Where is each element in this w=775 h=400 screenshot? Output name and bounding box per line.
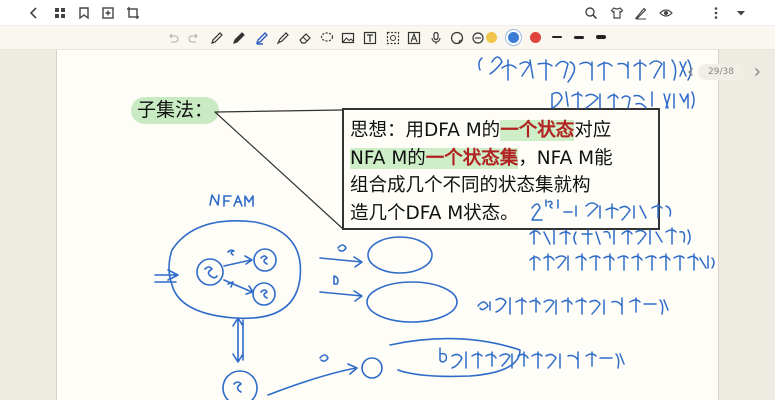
pen-tool-icon[interactable] xyxy=(208,29,226,47)
marker-icon[interactable] xyxy=(274,29,292,47)
text-segment: 思想：用DFA M的 xyxy=(350,120,501,141)
view-icon[interactable] xyxy=(656,3,676,23)
crop-icon[interactable] xyxy=(123,3,143,23)
app-header xyxy=(0,0,775,26)
grid-icon[interactable] xyxy=(50,3,70,23)
page-heading: 子集法： xyxy=(131,97,220,124)
eraser-icon[interactable] xyxy=(296,29,314,47)
more-icon[interactable] xyxy=(706,3,726,23)
shape-icon[interactable] xyxy=(384,29,402,47)
text-line-2: NFA M的一个状态集，NFA M能 xyxy=(350,145,652,173)
tool-bar xyxy=(0,26,775,50)
undo-icon[interactable] xyxy=(164,29,182,47)
sticker-icon[interactable] xyxy=(448,29,466,47)
prev-page-icon[interactable] xyxy=(684,64,698,80)
text-line-4: 造几个DFA M状态。 xyxy=(350,202,519,224)
text-line-1: 思想：用DFA M的一个状态对应 xyxy=(350,117,652,145)
emphasis-text: 一个状态集 xyxy=(425,147,519,169)
blue-color-swatch[interactable] xyxy=(508,32,519,43)
page-indicator: 29/38 xyxy=(698,64,744,80)
medium-stroke-option[interactable] xyxy=(574,36,584,39)
text-box[interactable]: 思想：用DFA M的一个状态对应 NFA M的一个状态集，NFA M能 组合成几… xyxy=(342,108,660,230)
text-segment: 对应 xyxy=(574,120,612,141)
pen-icon[interactable] xyxy=(631,3,651,23)
ocr-icon[interactable] xyxy=(405,29,423,47)
add-page-icon[interactable] xyxy=(98,3,118,23)
thin-stroke-option[interactable] xyxy=(552,36,562,38)
next-page-icon[interactable] xyxy=(750,64,764,80)
search-icon[interactable] xyxy=(581,3,601,23)
text-icon[interactable] xyxy=(361,29,379,47)
back-icon[interactable] xyxy=(24,3,44,23)
shirt-icon[interactable] xyxy=(607,3,627,23)
lasso-icon[interactable] xyxy=(318,29,336,47)
laser-icon[interactable] xyxy=(469,29,487,47)
dropdown-icon[interactable] xyxy=(731,3,751,23)
thick-stroke-option[interactable] xyxy=(596,35,606,39)
pencil-icon[interactable] xyxy=(230,29,248,47)
text-segment: NFA M的 xyxy=(350,147,426,169)
bookmark-icon[interactable] xyxy=(74,3,94,23)
yellow-color-swatch[interactable] xyxy=(486,32,497,43)
text-segment: ，NFA M能 xyxy=(518,147,613,169)
emphasis-text: 一个状态 xyxy=(500,120,575,141)
mic-icon[interactable] xyxy=(427,29,445,47)
text-line-3: 组合成几个不同的状态集就构 xyxy=(350,175,591,196)
red-color-swatch[interactable] xyxy=(530,32,541,43)
redo-icon[interactable] xyxy=(185,29,203,47)
image-icon[interactable] xyxy=(339,29,357,47)
highlighter-icon[interactable] xyxy=(253,29,271,47)
